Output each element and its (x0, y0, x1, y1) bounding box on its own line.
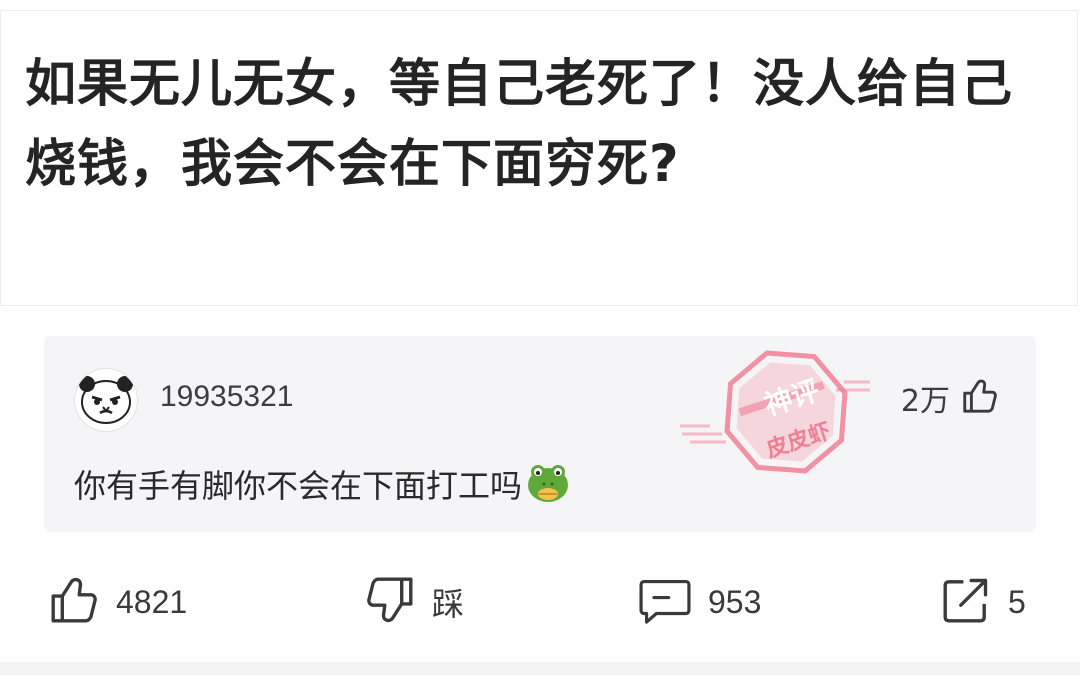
share-button[interactable]: 5 (940, 572, 1026, 632)
comment-button[interactable]: 953 (638, 572, 761, 632)
comment-bubble-icon (638, 574, 692, 630)
god-comment-card[interactable]: 19935321 2万 你有手有脚你不会在下面打工吗 (44, 336, 1036, 532)
post-title: 如果无儿无女，等自己老死了！没人给自己烧钱，我会不会在下面穷死? (25, 55, 1014, 194)
comment-body: 你有手有脚你不会在下面打工吗 (74, 467, 523, 505)
comment-like-count: 2万 (900, 384, 950, 419)
share-count: 5 (1008, 583, 1026, 620)
post-action-bar: 4821 踩 953 5 (0, 562, 1080, 642)
god-comment-stamp: 神评 皮皮虾 (676, 342, 876, 492)
avatar[interactable] (74, 368, 138, 432)
thumbs-up-icon (960, 377, 998, 419)
comment-text: 你有手有脚你不会在下面打工吗 (74, 458, 572, 507)
thumbs-up-icon (48, 574, 100, 630)
frog-emoji-icon (524, 458, 572, 506)
share-icon (940, 574, 992, 630)
divider (0, 662, 1080, 675)
thumbs-down-icon (364, 574, 416, 630)
dislike-label: 踩 (432, 586, 465, 622)
comment-count: 953 (708, 583, 762, 620)
like-button[interactable]: 4821 (48, 572, 187, 632)
username[interactable]: 19935321 (160, 380, 293, 414)
comment-like-button[interactable]: 2万 (901, 376, 998, 420)
like-count: 4821 (116, 583, 188, 620)
post-card: 如果无儿无女，等自己老死了！没人给自己烧钱，我会不会在下面穷死? (0, 10, 1078, 306)
dislike-button[interactable]: 踩 (364, 572, 464, 632)
